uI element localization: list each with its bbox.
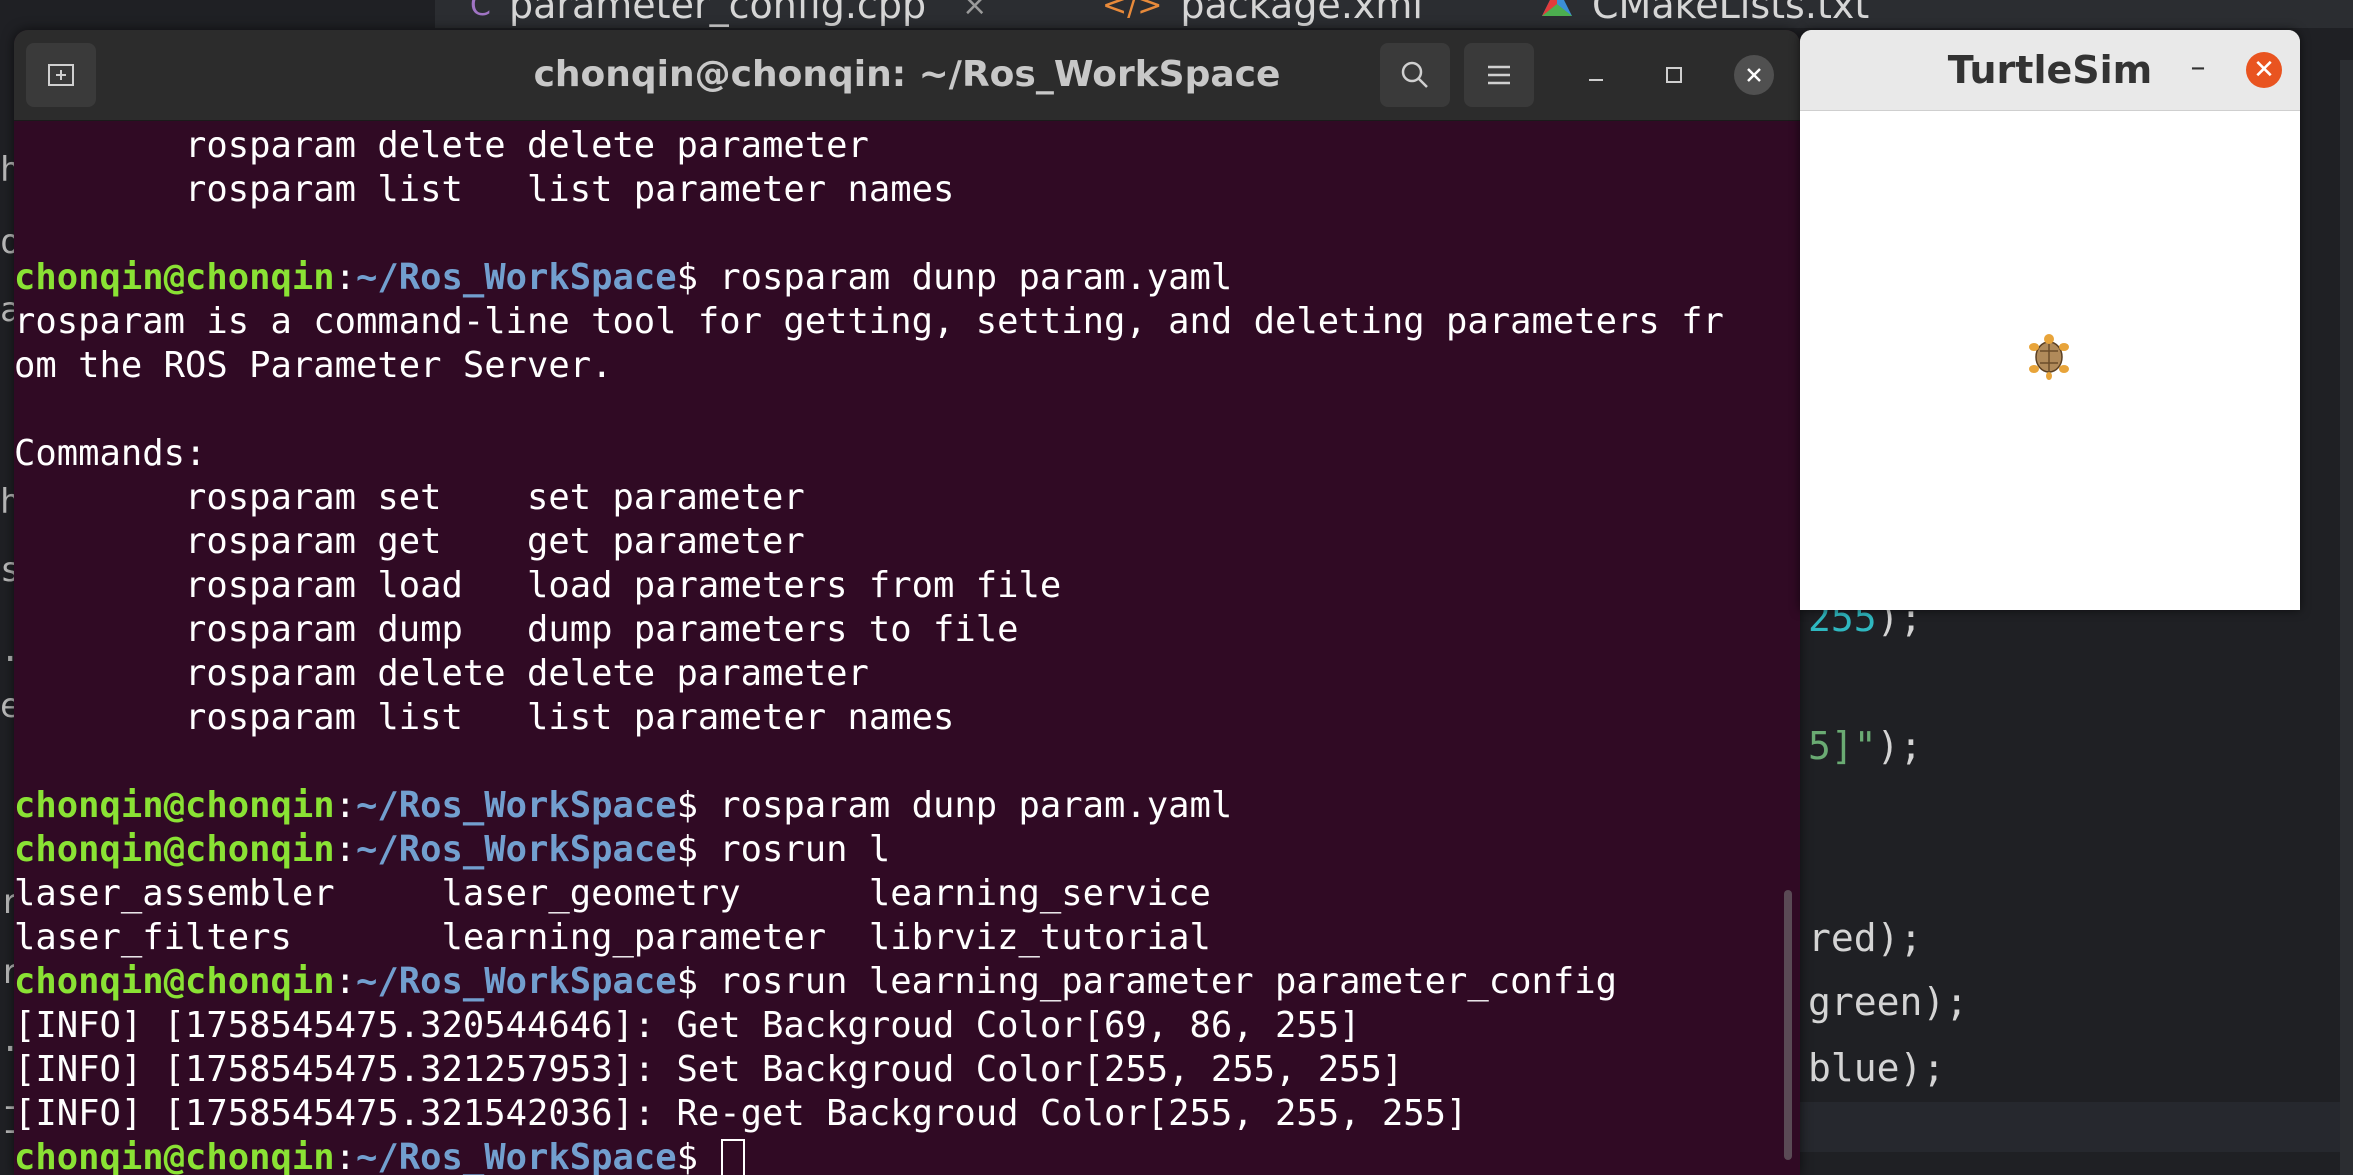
prompt-path: ~/Ros_WorkSpace xyxy=(355,961,677,1002)
terminal-prompt-line: chonqin@chonqin:~/Ros_WorkSpace$ rospara… xyxy=(14,784,1232,828)
code-line[interactable]: red); xyxy=(1808,916,1922,960)
terminal-output-line: rosparam load load parameters from file xyxy=(14,565,1062,606)
prompt-separator: : xyxy=(334,1137,356,1175)
prompt-path: ~/Ros_WorkSpace xyxy=(355,785,677,826)
search-icon xyxy=(1401,61,1428,88)
maximize-button[interactable] xyxy=(1654,55,1694,95)
terminal-output-line: laser_filters learning_parameter librviz… xyxy=(14,917,1211,958)
terminal-output-line: rosparam get get parameter xyxy=(14,521,805,562)
prompt-separator: : xyxy=(334,829,356,870)
search-button[interactable] xyxy=(1380,43,1450,107)
prompt-symbol: $ xyxy=(676,1137,698,1175)
terminal-output-line: rosparam set set parameter xyxy=(14,477,805,518)
prompt-symbol: $ xyxy=(676,829,698,870)
command-text: rosrun learning_parameter parameter_conf… xyxy=(697,961,1617,1002)
close-icon: ✕ xyxy=(2253,55,2275,85)
terminal-prompt-line: chonqin@chonqin:~/Ros_WorkSpace$ rosrun … xyxy=(14,828,890,872)
tab-parameter-config-cpp[interactable]: C parameter_config.cpp × xyxy=(470,0,987,28)
prompt-user: chonqin@chonqin xyxy=(14,961,335,1002)
prompt-path: ~/Ros_WorkSpace xyxy=(355,257,677,298)
code-line[interactable]: blue); xyxy=(1808,1046,1945,1090)
turtlesim-window[interactable]: TurtleSim – ✕ xyxy=(1800,30,2300,610)
prompt-user: chonqin@chonqin xyxy=(14,829,335,870)
turtlesim-title: TurtleSim xyxy=(1947,48,2153,92)
minimize-button[interactable] xyxy=(1576,55,1616,95)
terminal-window[interactable]: chonqin@chonqin: ~/Ros_WorkSpace rospara… xyxy=(14,30,1800,1175)
command-text: rosrun l xyxy=(697,829,891,870)
terminal-prompt-line: chonqin@chonqin:~/Ros_WorkSpace$ rosrun … xyxy=(14,960,1617,1004)
terminal-output-line: rosparam list list parameter names xyxy=(14,697,955,738)
xml-file-icon: </> xyxy=(1102,0,1163,23)
cpp-file-icon: C xyxy=(470,0,491,23)
code-line[interactable]: 5]"); xyxy=(1808,724,1922,768)
prompt-symbol: $ xyxy=(676,785,698,826)
terminal-prompt-line: chonqin@chonqin:~/Ros_WorkSpace$ rospara… xyxy=(14,256,1232,300)
prompt-separator: : xyxy=(334,785,356,826)
tab-cmakelists[interactable]: CMakeLists.txt xyxy=(1540,0,1869,28)
terminal-output-line: rosparam delete delete parameter xyxy=(14,125,869,166)
terminal-output-line: [INFO] [1758545475.321542036]: Re-get Ba… xyxy=(14,1093,1468,1134)
text-cursor[interactable] xyxy=(721,1139,746,1175)
terminal-output-line: [INFO] [1758545475.320544646]: Get Backg… xyxy=(14,1005,1361,1046)
command-text xyxy=(698,1137,719,1175)
turtlesim-close-button[interactable]: ✕ xyxy=(2246,52,2282,88)
terminal-output-line: rosparam delete delete parameter xyxy=(14,653,869,694)
turtlesim-header-bar[interactable]: TurtleSim – ✕ xyxy=(1800,30,2300,111)
close-button[interactable] xyxy=(1734,55,1774,95)
cmake-icon xyxy=(1540,0,1574,26)
close-icon[interactable]: × xyxy=(962,0,987,23)
prompt-path: ~/Ros_WorkSpace xyxy=(355,829,677,870)
prompt-user: chonqin@chonqin xyxy=(14,257,335,298)
minimize-icon xyxy=(1589,79,1603,81)
editor-side-toolbar xyxy=(2340,60,2353,1175)
turtlesim-minimize-button[interactable]: – xyxy=(2178,50,2218,90)
terminal-output-line: rosparam list list parameter names xyxy=(14,169,955,210)
terminal-output-line: rosparam is a command-line tool for gett… xyxy=(14,301,1724,342)
terminal-prompt-line: chonqin@chonqin:~/Ros_WorkSpace$ xyxy=(14,1136,746,1175)
prompt-symbol: $ xyxy=(676,257,698,298)
terminal-output-line: Commands: xyxy=(14,433,207,474)
turtle-icon xyxy=(2029,334,2069,380)
terminal-output[interactable]: rosparam delete delete parameter rospara… xyxy=(14,124,1800,1175)
prompt-separator: : xyxy=(334,961,356,1002)
menu-button[interactable] xyxy=(1464,43,1534,107)
tab-package-xml[interactable]: </> package.xml xyxy=(1102,0,1423,28)
tab-label: package.xml xyxy=(1180,0,1423,27)
code-line[interactable]: green); xyxy=(1808,980,1968,1024)
terminal-header-bar[interactable]: chonqin@chonqin: ~/Ros_WorkSpace xyxy=(14,30,1800,121)
terminal-output-line: om the ROS Parameter Server. xyxy=(14,345,613,386)
prompt-symbol: $ xyxy=(676,961,698,1002)
prompt-separator: : xyxy=(334,257,356,298)
command-text: rosparam dunp param.yaml xyxy=(697,257,1233,298)
prompt-user: chonqin@chonqin xyxy=(14,785,335,826)
terminal-output-line: laser_assembler laser_geometry learning_… xyxy=(14,873,1211,914)
tab-label: CMakeLists.txt xyxy=(1592,0,1870,27)
current-line-highlight xyxy=(1800,1102,2353,1152)
hamburger-menu-icon xyxy=(1488,65,1510,85)
command-text: rosparam dunp param.yaml xyxy=(697,785,1233,826)
terminal-scrollbar[interactable] xyxy=(1784,890,1792,1160)
terminal-output-line: rosparam dump dump parameters to file xyxy=(14,609,1019,650)
close-icon xyxy=(1747,68,1761,82)
tab-label: parameter_config.cpp xyxy=(508,0,927,27)
prompt-user: chonqin@chonqin xyxy=(14,1137,335,1175)
terminal-output-line: [INFO] [1758545475.321257953]: Set Backg… xyxy=(14,1049,1404,1090)
prompt-path: ~/Ros_WorkSpace xyxy=(355,1137,677,1175)
turtlesim-canvas xyxy=(1800,111,2300,610)
maximize-icon xyxy=(1666,67,1682,83)
